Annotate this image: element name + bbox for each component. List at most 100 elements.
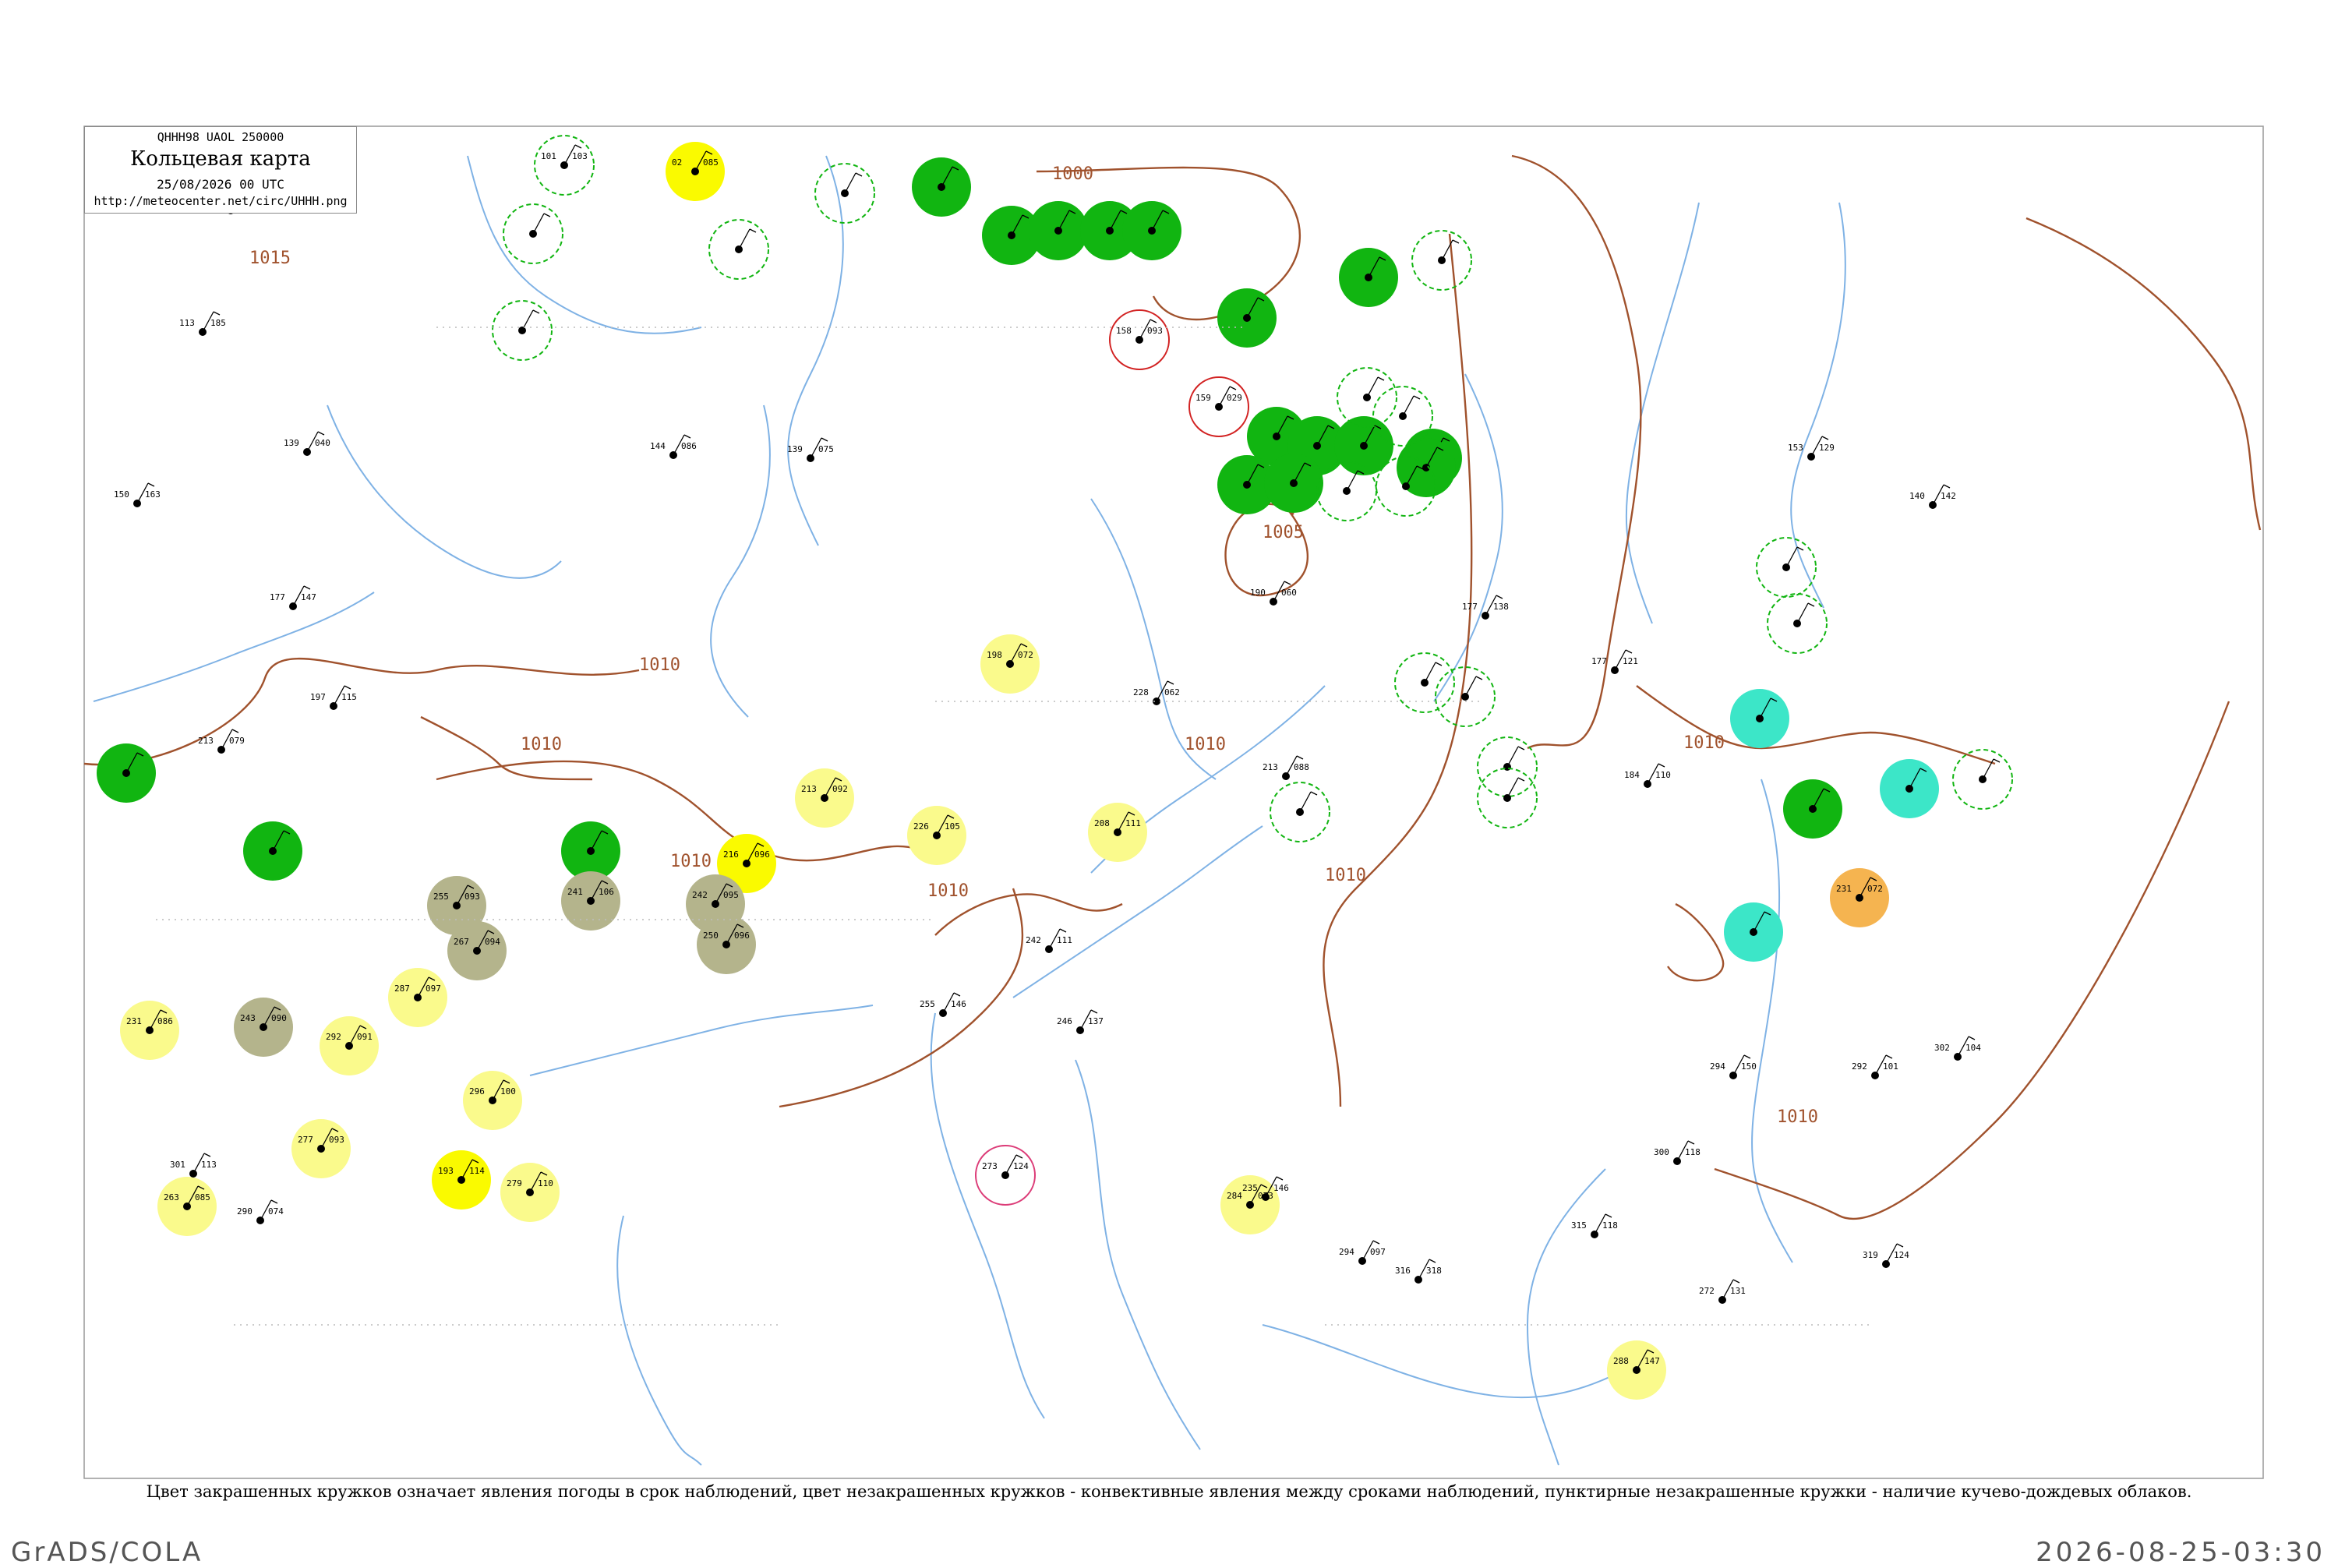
station-temp: 231 [126,1016,142,1026]
map-header: QHHH98 UAOL 250000 Кольцевая карта 25/08… [84,126,357,214]
station-pressure: 318 [1426,1266,1442,1276]
station-pressure: 147 [1644,1356,1660,1366]
station-pressure: 124 [1894,1250,1909,1260]
station-pressure: 110 [538,1178,553,1188]
station-marker: 250 096 [697,915,756,974]
station-marker [97,743,156,803]
station-pressure: 090 [271,1013,287,1023]
station-temp: 255 [433,892,449,902]
station-pressure: 097 [426,984,441,994]
station-temp: 153 [1788,443,1803,453]
isobar-label: 1010 [1325,866,1366,885]
station-pressure: 062 [1164,687,1180,697]
isobar-label: 1005 [1263,523,1304,542]
station-marker: 198 072 [980,634,1040,694]
station-pressure: 137 [1088,1016,1104,1026]
station-marker: 277 093 [291,1119,351,1178]
weather-map: 1000100510101010101010101010101010101010… [83,125,2264,1479]
station-temp: 159 [1195,393,1211,403]
station-pressure: 185 [210,318,226,328]
legend-caption: Цвет закрашенных кружков означает явлени… [146,1482,2192,1501]
station-temp: 294 [1710,1061,1725,1072]
station-marker: 292 091 [320,1016,379,1075]
station-pressure: 092 [832,784,848,794]
station-temp: 139 [787,444,803,454]
station-temp: 277 [298,1135,313,1145]
station-temp: 177 [1591,656,1607,666]
station-marker [1730,689,1789,748]
station-temp: 177 [270,592,285,602]
station-temp: 101 [541,151,556,161]
station-pressure: 146 [951,999,966,1009]
station-pressure: 106 [599,887,614,897]
station-temp: 150 [114,489,129,500]
station-marker: 208 111 [1088,803,1147,862]
station-pressure: 163 [145,489,161,500]
station-pressure: 085 [703,157,719,168]
station-pressure: 131 [1730,1286,1746,1296]
station-pressure: 118 [1685,1147,1701,1157]
station-pressure: 096 [734,931,750,941]
station-temp: 177 [1462,602,1478,612]
station-temp: 250 [703,931,719,941]
footer-software: GrADS/COLA [11,1537,203,1568]
station-temp: 296 [469,1086,485,1097]
station-marker: 02 085 [666,142,725,201]
station-temp: 273 [982,1161,998,1171]
station-marker [1783,779,1842,839]
station-marker [243,821,302,881]
station-temp: 301 [170,1160,185,1170]
station-temp: 255 [920,999,935,1009]
station-temp: 184 [1624,770,1640,780]
station-marker: 241 106 [561,871,620,931]
station-marker: 243 090 [234,998,293,1057]
station-pressure: 129 [1819,443,1835,453]
station-pressure: 100 [500,1086,516,1097]
station-temp: 197 [310,692,326,702]
station-temp: 208 [1094,818,1110,828]
station-marker: 267 094 [447,921,507,980]
station-temp: 193 [438,1166,454,1176]
station-temp: 190 [1250,588,1266,598]
station-marker: 193 114 [432,1150,491,1210]
station-pressure: 072 [1018,650,1033,660]
station-pressure: 124 [1013,1161,1029,1171]
station-temp: 241 [567,887,583,897]
station-marker [912,157,971,217]
station-marker: 231 072 [1830,868,1889,927]
station-pressure: 150 [1741,1061,1757,1072]
station-pressure: 114 [469,1166,485,1176]
station-pressure: 113 [201,1160,217,1170]
station-pressure: 093 [329,1135,344,1145]
map-title: Кольцевая карта [130,147,311,171]
station-temp: 228 [1133,687,1149,697]
station-marker: 287 097 [388,968,447,1027]
station-marker [1264,454,1323,513]
station-temp: 279 [507,1178,522,1188]
station-marker: 288 147 [1607,1340,1666,1400]
station-temp: 242 [1026,935,1041,945]
station-pressure: 029 [1227,393,1242,403]
station-pressure: 088 [1294,762,1309,772]
isobar-label: 1010 [1683,733,1725,753]
station-marker [1122,201,1181,260]
station-pressure: 079 [229,736,245,746]
station-marker [1217,288,1277,348]
station-temp: 216 [723,849,739,860]
station-temp: 242 [692,890,708,900]
isobar-label: 1010 [670,852,712,871]
station-temp: 213 [198,736,214,746]
station-pressure: 091 [357,1032,373,1042]
isobar-label: 1010 [639,655,680,675]
station-temp: 284 [1227,1191,1242,1201]
station-pressure: 142 [1941,491,1956,501]
station-pressure: 101 [1883,1061,1898,1072]
station-marker: 279 110 [500,1163,560,1222]
station-temp: 246 [1057,1016,1072,1026]
isobar-label: 1015 [249,249,291,268]
isobar-label: 1000 [1052,164,1093,184]
map-date: 25/08/2026 00 UTC [157,177,284,192]
station-pressure: 040 [315,438,330,448]
station-temp: 02 [672,157,682,168]
isobar-label: 1010 [1777,1107,1818,1127]
